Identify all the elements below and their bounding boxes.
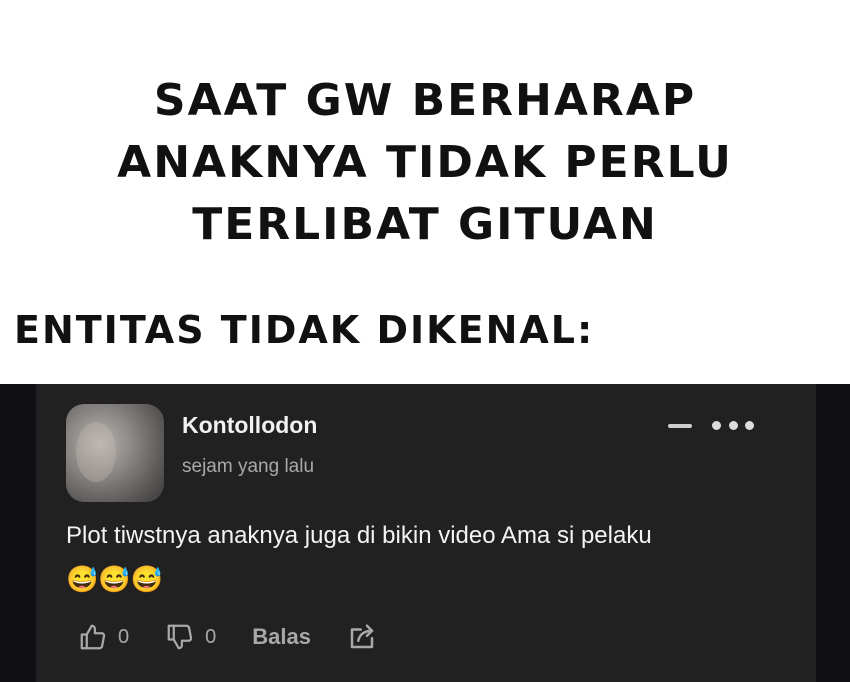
meme-subhead: ENTITAS TIDAK DIKENAL:: [14, 308, 595, 352]
share-icon[interactable]: [347, 622, 377, 652]
like-count: 0: [118, 625, 130, 648]
reply-button[interactable]: Balas: [252, 624, 311, 650]
headline-line-1: SAAT GW BERHARAP: [153, 75, 697, 126]
comment-username[interactable]: Kontollodon: [182, 412, 317, 439]
comment-timestamp: sejam yang lalu: [182, 456, 315, 477]
meme-caption-area: SAAT GW BERHARAP ANAKNYA TIDAK PERLU TER…: [0, 0, 850, 384]
more-options-icon[interactable]: [712, 414, 754, 436]
thumbs-down-icon[interactable]: [165, 622, 195, 652]
comment-card: Kontollodon sejam yang lalu Plot tiwstny…: [36, 384, 816, 682]
minimize-icon[interactable]: [668, 424, 692, 428]
headline-line-2: ANAKNYA TIDAK PERLU: [117, 137, 733, 188]
comment-emojis: 😅😅😅: [66, 564, 164, 594]
meme-headline: SAAT GW BERHARAP ANAKNYA TIDAK PERLU TER…: [0, 70, 850, 256]
comment-text: Plot tiwstnya anaknya juga di bikin vide…: [66, 522, 652, 549]
dislike-count: 0: [205, 625, 217, 648]
comment-actions: 0 0 Balas: [78, 620, 377, 654]
avatar[interactable]: [66, 404, 164, 502]
thumbs-up-icon[interactable]: [78, 622, 108, 652]
headline-line-3: TERLIBAT GITUAN: [192, 199, 658, 250]
